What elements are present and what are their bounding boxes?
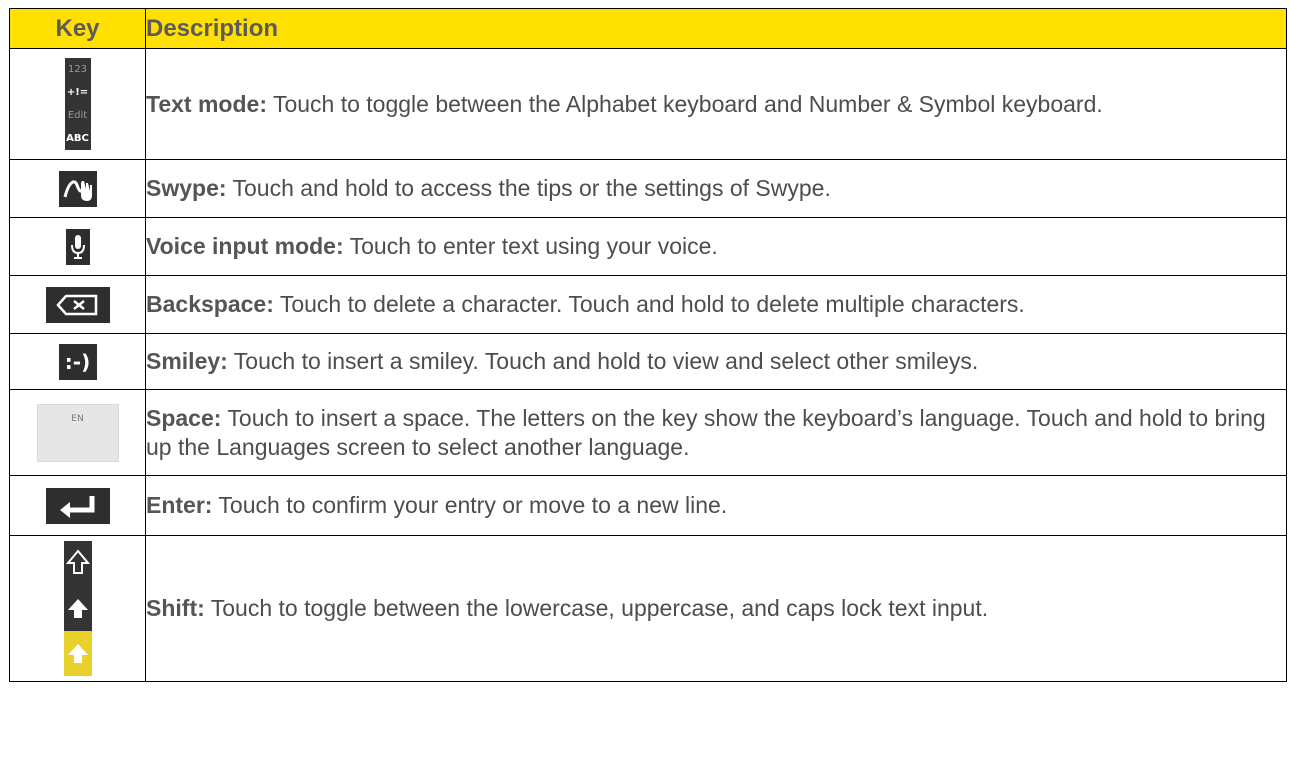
- smiley-key-icon: :-): [58, 343, 97, 380]
- key-cell: [9, 475, 146, 536]
- term: Smiley:: [146, 348, 228, 374]
- key-label: Edit: [64, 104, 91, 127]
- description-cell: Text mode: Touch to toggle between the A…: [145, 48, 1287, 160]
- table-row: 123 +!= Edit ABC Text mode: Touch to tog…: [9, 48, 1287, 160]
- key-cell: [9, 535, 146, 682]
- text-mode-keys-icon: 123 +!= Edit ABC: [64, 58, 91, 150]
- key-cell: [9, 217, 146, 276]
- key-cell: EN: [9, 389, 146, 476]
- key-cell: [9, 159, 146, 218]
- description-cell: Voice input mode: Touch to enter text us…: [145, 217, 1287, 276]
- term: Backspace:: [146, 291, 274, 317]
- term: Voice input mode:: [146, 233, 344, 259]
- key-label: ABC: [64, 127, 91, 150]
- table-row: Shift: Touch to toggle between the lower…: [9, 535, 1287, 682]
- key-cell: 123 +!= Edit ABC: [9, 48, 146, 160]
- table-row: Enter: Touch to confirm your entry or mo…: [9, 475, 1287, 536]
- key-cell: :-): [9, 333, 146, 390]
- description-text: Touch to confirm your entry or move to a…: [212, 492, 728, 518]
- caps-lock-icon: [63, 631, 92, 676]
- description-text: Touch and hold to access the tips or the…: [226, 175, 831, 201]
- shift-icons: [63, 541, 92, 676]
- key-label: +!=: [64, 81, 91, 104]
- description-text: Touch to enter text using your voice.: [343, 233, 718, 259]
- table-row: EN Space: Touch to insert a space. The l…: [9, 389, 1287, 476]
- description-cell: Space: Touch to insert a space. The lett…: [145, 389, 1287, 476]
- description-cell: Backspace: Touch to delete a character. …: [145, 275, 1287, 334]
- description-column-header: Description: [145, 8, 1287, 49]
- description-text: Touch to toggle between the Alphabet key…: [266, 90, 1103, 117]
- enter-icon: [45, 487, 110, 524]
- table-row: Voice input mode: Touch to enter text us…: [9, 217, 1287, 276]
- space-key-icon: EN: [36, 403, 119, 462]
- description-text: Touch to insert a smiley. Touch and hold…: [227, 348, 979, 374]
- key-label: 123: [64, 58, 91, 81]
- term: Enter:: [146, 492, 213, 518]
- term: Text mode:: [146, 90, 267, 117]
- description-cell: Smiley: Touch to insert a smiley. Touch …: [145, 333, 1287, 390]
- key-column-header: Key: [9, 8, 146, 49]
- swype-icon: [58, 170, 97, 207]
- table-row: :-) Smiley: Touch to insert a smiley. To…: [9, 333, 1287, 390]
- description-cell: Swype: Touch and hold to access the tips…: [145, 159, 1287, 218]
- keyboard-keys-table: Key Description 123 +!= Edit ABC Text mo…: [9, 8, 1287, 682]
- term: Swype:: [146, 175, 227, 201]
- description-text: Touch to toggle between the lowercase, u…: [204, 595, 989, 621]
- description-cell: Enter: Touch to confirm your entry or mo…: [145, 475, 1287, 536]
- shift-filled-icon: [63, 586, 92, 631]
- description-text: Touch to insert a space. The letters on …: [146, 404, 1266, 460]
- backspace-icon: [45, 286, 110, 323]
- description-text: Touch to delete a character. Touch and h…: [273, 291, 1025, 317]
- term: Space:: [146, 404, 222, 431]
- key-cell: [9, 275, 146, 334]
- term: Shift:: [146, 595, 205, 621]
- table-row: Swype: Touch and hold to access the tips…: [9, 159, 1287, 218]
- table-row: Backspace: Touch to delete a character. …: [9, 275, 1287, 334]
- microphone-icon: [65, 228, 90, 265]
- shift-outline-icon: [63, 541, 92, 586]
- description-cell: Shift: Touch to toggle between the lower…: [145, 535, 1287, 682]
- table-header-row: Key Description: [9, 8, 1287, 49]
